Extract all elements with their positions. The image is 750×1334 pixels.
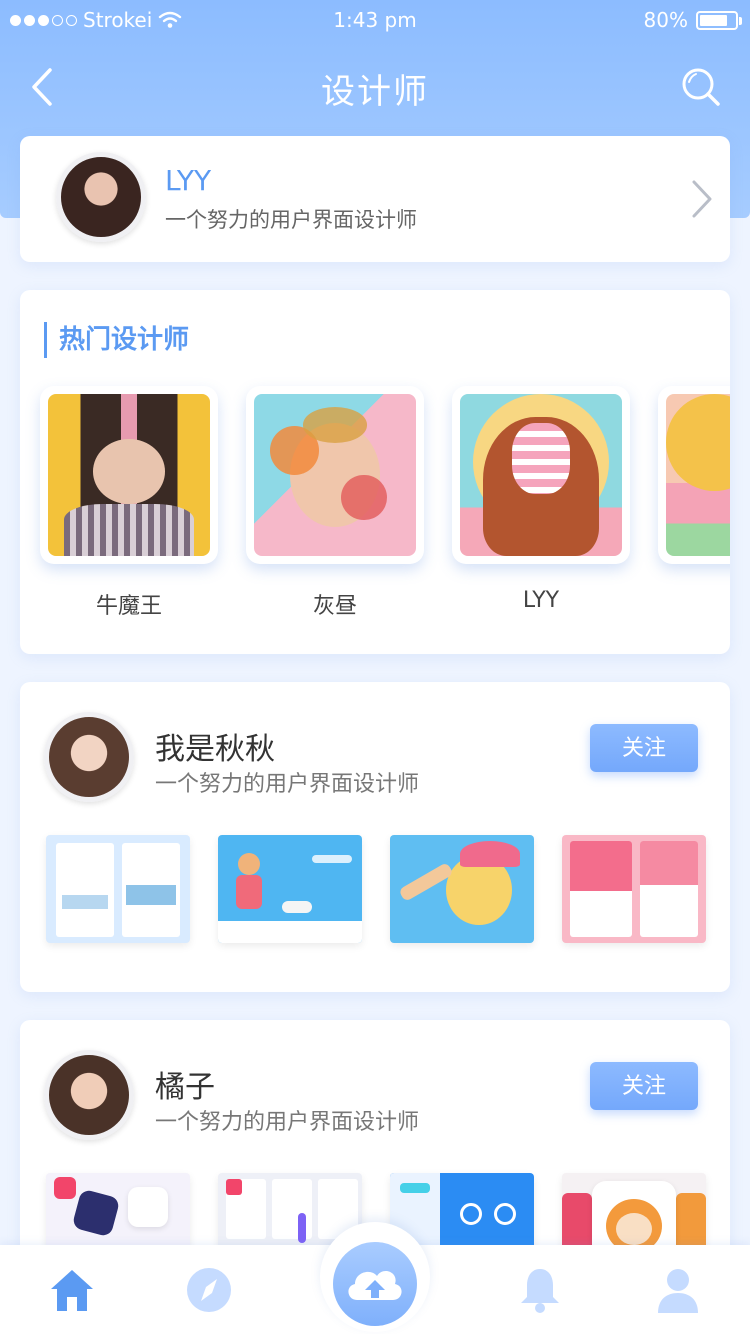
hot-designer-item[interactable]: 灰昼 <box>246 386 424 619</box>
profile-card[interactable]: LYY 一个努力的用户界面设计师 <box>20 136 730 262</box>
search-button[interactable] <box>678 62 722 112</box>
hot-designers-card: 热门设计师 牛魔王 灰昼 LYY <box>20 290 730 654</box>
section-title: 热门设计师 <box>44 322 189 358</box>
work-thumbnail[interactable] <box>562 835 706 943</box>
upload-circle <box>333 1242 417 1326</box>
designer-subtitle: 一个努力的用户界面设计师 <box>155 1110 420 1135</box>
hot-designer-item[interactable]: 牛魔王 <box>40 386 218 619</box>
designer-name: 灰昼 <box>312 594 357 619</box>
work-thumbnail[interactable] <box>218 835 362 943</box>
works-row <box>46 835 710 943</box>
avatar[interactable] <box>44 712 134 802</box>
work-thumbnail[interactable] <box>46 835 190 943</box>
compass-icon <box>187 1268 231 1312</box>
upload-button[interactable] <box>320 1222 430 1332</box>
tab-notifications[interactable] <box>515 1265 565 1315</box>
bell-icon <box>521 1269 559 1313</box>
status-time: 1:43 pm <box>333 8 417 32</box>
home-icon <box>51 1270 93 1311</box>
tab-home[interactable] <box>47 1265 97 1315</box>
designer-name: 牛魔王 <box>95 594 162 619</box>
navigation-bar: 设计师 <box>0 48 750 124</box>
user-icon <box>658 1269 698 1313</box>
designer-name: 我是秋秋 <box>155 732 275 767</box>
hot-designer-item[interactable]: 秋 <box>658 386 730 564</box>
designer-name: 秋 <box>658 588 730 620</box>
tab-discover[interactable] <box>184 1265 234 1315</box>
hot-designers-list[interactable]: 牛魔王 灰昼 LYY <box>40 386 730 636</box>
tab-profile[interactable] <box>653 1265 703 1315</box>
profile-subtitle: 一个努力的用户界面设计师 <box>165 208 417 232</box>
search-icon <box>682 68 720 106</box>
designer-name: 橘子 <box>155 1070 215 1105</box>
follow-button[interactable]: 关注 <box>590 724 698 772</box>
work-thumbnail[interactable] <box>390 835 534 943</box>
battery-group: 80% <box>643 8 742 32</box>
designer-subtitle: 一个努力的用户界面设计师 <box>155 772 420 797</box>
page-title: 设计师 <box>321 72 429 112</box>
battery-percent: 80% <box>643 8 688 32</box>
designer-thumbnail <box>452 386 630 564</box>
hot-designer-item[interactable]: LYY <box>452 386 630 613</box>
designer-thumbnail <box>40 386 218 564</box>
follow-button[interactable]: 关注 <box>590 1062 698 1110</box>
designer-name: LYY <box>522 588 560 613</box>
profile-name: LYY <box>165 164 212 197</box>
designer-thumbnail <box>658 386 730 564</box>
avatar <box>56 152 146 242</box>
battery-icon <box>696 10 742 30</box>
avatar[interactable] <box>44 1050 134 1140</box>
upload-cloud-icon <box>348 1270 402 1300</box>
designer-thumbnail <box>246 386 424 564</box>
chevron-right-icon <box>692 180 712 218</box>
status-bar: Strokei 1:43 pm 80% <box>0 0 750 40</box>
designer-card: 我是秋秋 一个努力的用户界面设计师 关注 <box>20 682 730 992</box>
